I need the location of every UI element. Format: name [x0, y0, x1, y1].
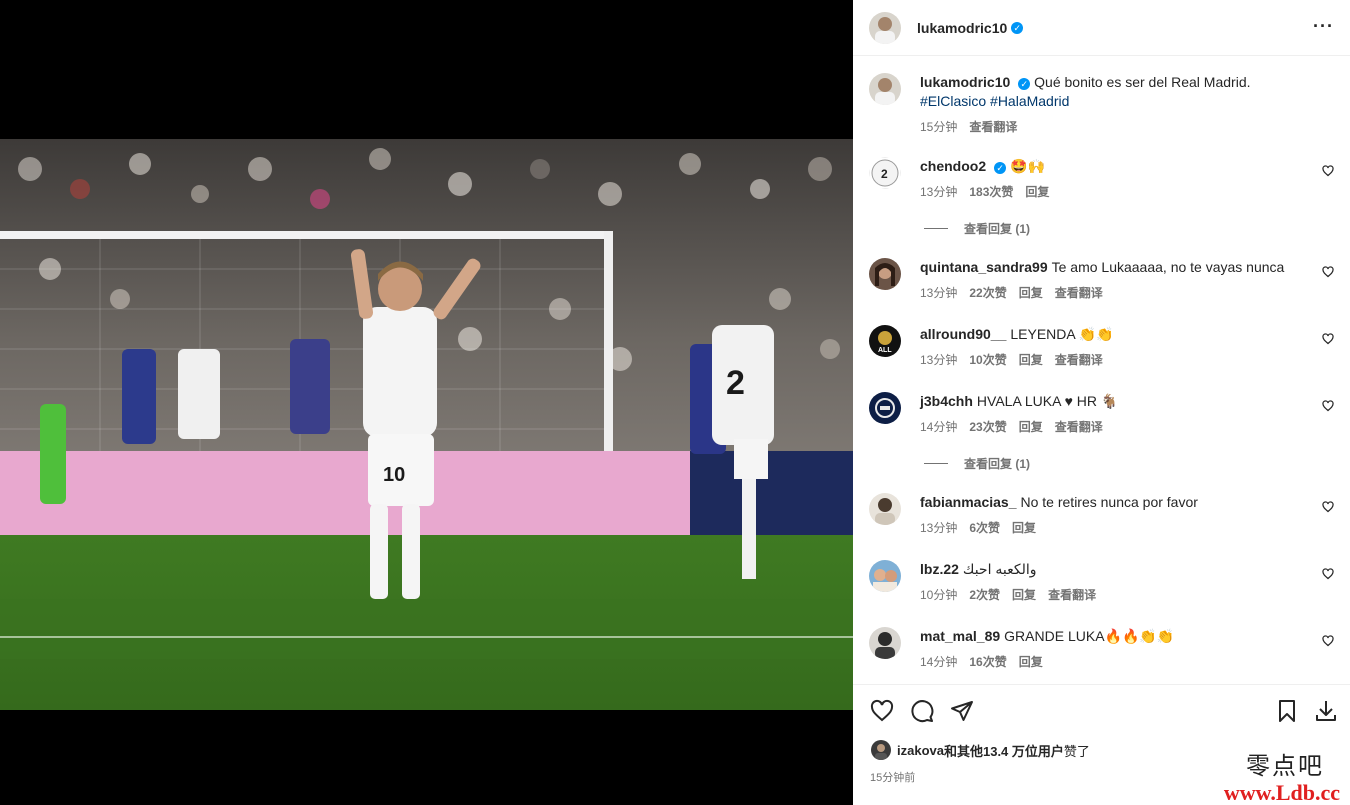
commenter-avatar[interactable]: [869, 493, 901, 525]
posted-time: 15分钟前: [870, 772, 916, 784]
heart-icon[interactable]: [1322, 165, 1334, 177]
bookmark-icon[interactable]: [1275, 699, 1299, 723]
comment-time: 13分钟: [920, 286, 958, 300]
reply-button[interactable]: 回复: [1019, 653, 1043, 670]
view-replies-button[interactable]: 查看回复 (1): [924, 220, 1030, 237]
view-replies-label: 查看回复 (1): [964, 457, 1031, 471]
watermark-cn: 零点吧: [1246, 752, 1324, 780]
author-avatar[interactable]: [869, 73, 901, 105]
svg-text:2: 2: [726, 364, 745, 402]
comment-text: 🤩🙌: [1010, 158, 1045, 174]
liker-avatar: [871, 740, 891, 760]
heart-icon[interactable]: [870, 699, 894, 723]
divider: [924, 463, 948, 464]
comment-time: 13分钟: [920, 353, 958, 367]
comment-time: 13分钟: [920, 185, 958, 199]
verified-badge-icon: ✓: [994, 162, 1007, 174]
action-bar: [853, 684, 1350, 736]
comment-time: 14分钟: [920, 420, 958, 434]
hashtag-link[interactable]: #HalaMadrid: [990, 93, 1069, 109]
comment-text: GRANDE LUKA🔥🔥👏👏: [1004, 628, 1175, 644]
commenter-avatar[interactable]: [869, 392, 901, 424]
reply-button[interactable]: 回复: [1019, 418, 1043, 435]
heart-icon[interactable]: [1322, 501, 1334, 513]
reply-button[interactable]: 回复: [1019, 284, 1043, 301]
comment-icon[interactable]: [910, 699, 934, 723]
commenter-avatar[interactable]: [869, 627, 901, 659]
caption-time: 15分钟: [920, 120, 958, 134]
comment-username[interactable]: allround90__: [920, 326, 1006, 342]
reply-button[interactable]: 回复: [1012, 519, 1036, 536]
comment-text: LEYENDA 👏👏: [1010, 326, 1114, 342]
comment-likes[interactable]: 6次赞: [969, 519, 1000, 536]
comment-likes[interactable]: 22次赞: [969, 284, 1006, 301]
hashtag-link[interactable]: #ElClasico: [920, 93, 986, 109]
heart-icon[interactable]: [1322, 568, 1334, 580]
heart-icon[interactable]: [1322, 635, 1334, 647]
verified-badge-icon: ✓: [1018, 78, 1031, 90]
commenter-avatar[interactable]: [869, 560, 901, 592]
comment-likes[interactable]: 16次赞: [969, 653, 1006, 670]
comment-text: Te amo Lukaaaaa, no te vayas nunca: [1051, 259, 1285, 275]
more-icon[interactable]: ···: [1313, 16, 1334, 37]
comment-likes[interactable]: 2次赞: [969, 586, 1000, 603]
reply-button[interactable]: 回复: [1012, 586, 1036, 603]
divider: [924, 228, 948, 229]
comment-username[interactable]: j3b4chh: [920, 393, 973, 409]
comment-likes[interactable]: 23次赞: [969, 418, 1006, 435]
commenter-avatar[interactable]: ALL: [869, 325, 901, 357]
share-icon[interactable]: [950, 699, 974, 723]
svg-text:10: 10: [383, 464, 405, 486]
svg-text:ALL: ALL: [878, 347, 892, 354]
comment-text: No te retires nunca por favor: [1020, 494, 1198, 510]
comment-text: HVALA LUKA ♥ HR 🐐: [976, 393, 1119, 409]
caption-username[interactable]: lukamodric10: [920, 74, 1010, 90]
caption-text: Qué bonito es ser del Real Madrid.: [1034, 74, 1251, 90]
view-replies-label: 查看回复 (1): [964, 222, 1031, 236]
comment-username[interactable]: quintana_sandra99: [920, 259, 1048, 275]
comment-username[interactable]: chendoo2: [920, 158, 986, 174]
comment-username[interactable]: fabianmacias_: [920, 494, 1017, 510]
watermark-url: www.Ldb.cc: [1223, 780, 1340, 805]
commenter-avatar[interactable]: [869, 258, 901, 290]
view-replies-button[interactable]: 查看回复 (1): [924, 455, 1030, 472]
see-translation-link[interactable]: 查看翻译: [1048, 586, 1096, 603]
likes-summary[interactable]: izakova 和其他13.4 万位用户 赞了: [871, 740, 1090, 760]
heart-icon[interactable]: [1322, 333, 1334, 345]
comments-list: lukamodric10 ✓ Qué bonito es ser del Real…: [853, 57, 1350, 684]
verified-badge-icon: ✓: [1011, 21, 1024, 34]
post-side-panel: lukamodric10 ✓ ··· lukamodric10 ✓ Qué bon…: [853, 0, 1350, 805]
author-avatar[interactable]: [869, 11, 901, 44]
comment-time: 13分钟: [920, 521, 958, 535]
post-header: lukamodric10 ✓ ···: [853, 0, 1350, 56]
see-translation-link[interactable]: 查看翻译: [1055, 418, 1103, 435]
comment-username[interactable]: lbz.22: [920, 561, 959, 577]
reply-button[interactable]: 回复: [1025, 183, 1049, 200]
liker-username[interactable]: izakova: [897, 743, 944, 758]
svg-text:2: 2: [881, 167, 888, 181]
comment-likes[interactable]: 10次赞: [969, 351, 1006, 368]
comment-time: 10分钟: [920, 588, 958, 602]
watermark: 零点吧 www.Ldb.cc: [1224, 746, 1340, 805]
comment-username[interactable]: mat_mal_89: [920, 628, 1000, 644]
author-username[interactable]: lukamodric10: [917, 20, 1007, 36]
comment-likes[interactable]: 183次赞: [969, 183, 1013, 200]
see-translation-link[interactable]: 查看翻译: [969, 118, 1017, 135]
see-translation-link[interactable]: 查看翻译: [1055, 284, 1103, 301]
see-translation-link[interactable]: 查看翻译: [1055, 351, 1103, 368]
reply-button[interactable]: 回复: [1019, 351, 1043, 368]
heart-icon[interactable]: [1322, 266, 1334, 278]
likes-suffix: 赞了: [1063, 743, 1090, 759]
post-media: 2 10: [0, 0, 853, 805]
post-photo[interactable]: 2 10: [0, 139, 853, 710]
commenter-avatar[interactable]: 2: [869, 157, 901, 189]
likes-count[interactable]: 和其他13.4 万位用户: [944, 741, 1064, 760]
comment-text: والكعبه احبك: [962, 561, 1037, 577]
download-icon[interactable]: [1314, 699, 1338, 723]
comment-time: 14分钟: [920, 655, 958, 669]
heart-icon[interactable]: [1322, 400, 1334, 412]
